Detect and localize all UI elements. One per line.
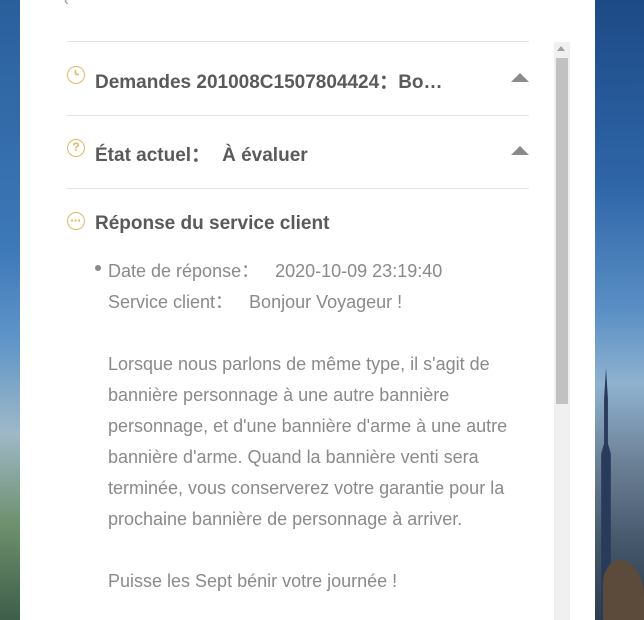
response-date-value: 2020-10-09 23:19:40 [275, 261, 443, 281]
feedback-panel: ‹ Demandes 201008C1507804424：Bo… ? État … [20, 0, 595, 620]
response-header-title: Réponse du service client [95, 213, 330, 234]
response-header-row: Réponse du service client [67, 204, 529, 234]
clock-icon [67, 66, 85, 84]
response-date-line: Date de réponse： 2020-10-09 23:19:40 [108, 256, 538, 287]
status-separator: ： [191, 145, 211, 166]
background-right [595, 0, 644, 620]
scrollbar[interactable] [554, 42, 570, 620]
response-date-label: Date de réponse： [108, 261, 260, 281]
divider [67, 188, 529, 189]
background-left [0, 0, 20, 620]
request-value: Bo… [398, 72, 443, 93]
back-icon[interactable]: ‹ [64, 0, 69, 8]
response-agent-line: Service client： Bonjour Voyageur ! [108, 287, 538, 318]
more-circle-icon [67, 212, 85, 230]
status-label: État actuel [95, 145, 192, 166]
status-row[interactable]: ? État actuel： À évaluer [67, 131, 529, 166]
status-title: État actuel： À évaluer [95, 140, 495, 167]
collapse-caret-icon[interactable] [511, 73, 529, 82]
request-title: Demandes 201008C1507804424：Bo… [95, 67, 495, 94]
status-value: À évaluer [222, 145, 308, 166]
response-agent-label: Service client： [108, 292, 234, 312]
scrollbar-thumb[interactable] [556, 58, 568, 404]
request-row[interactable]: Demandes 201008C1507804424：Bo… [67, 58, 529, 93]
background-foliage [603, 560, 644, 620]
question-circle-icon: ? [67, 139, 85, 157]
divider [67, 41, 529, 42]
response-body: Date de réponse： 2020-10-09 23:19:40 Serv… [108, 256, 538, 597]
request-label: Demandes 201008C1507804424 [95, 72, 380, 93]
bullet-dot [95, 265, 101, 271]
response-agent-greeting: Bonjour Voyageur ! [249, 292, 403, 312]
collapse-caret-icon[interactable] [511, 146, 529, 155]
request-separator: ： [379, 72, 399, 93]
response-closing: Puisse les Sept bénir votre journée ! [108, 571, 398, 591]
scroll-up-arrow-icon[interactable] [557, 46, 565, 51]
response-paragraph: Lorsque nous parlons de même type, il s'… [108, 354, 508, 529]
divider [67, 115, 529, 116]
